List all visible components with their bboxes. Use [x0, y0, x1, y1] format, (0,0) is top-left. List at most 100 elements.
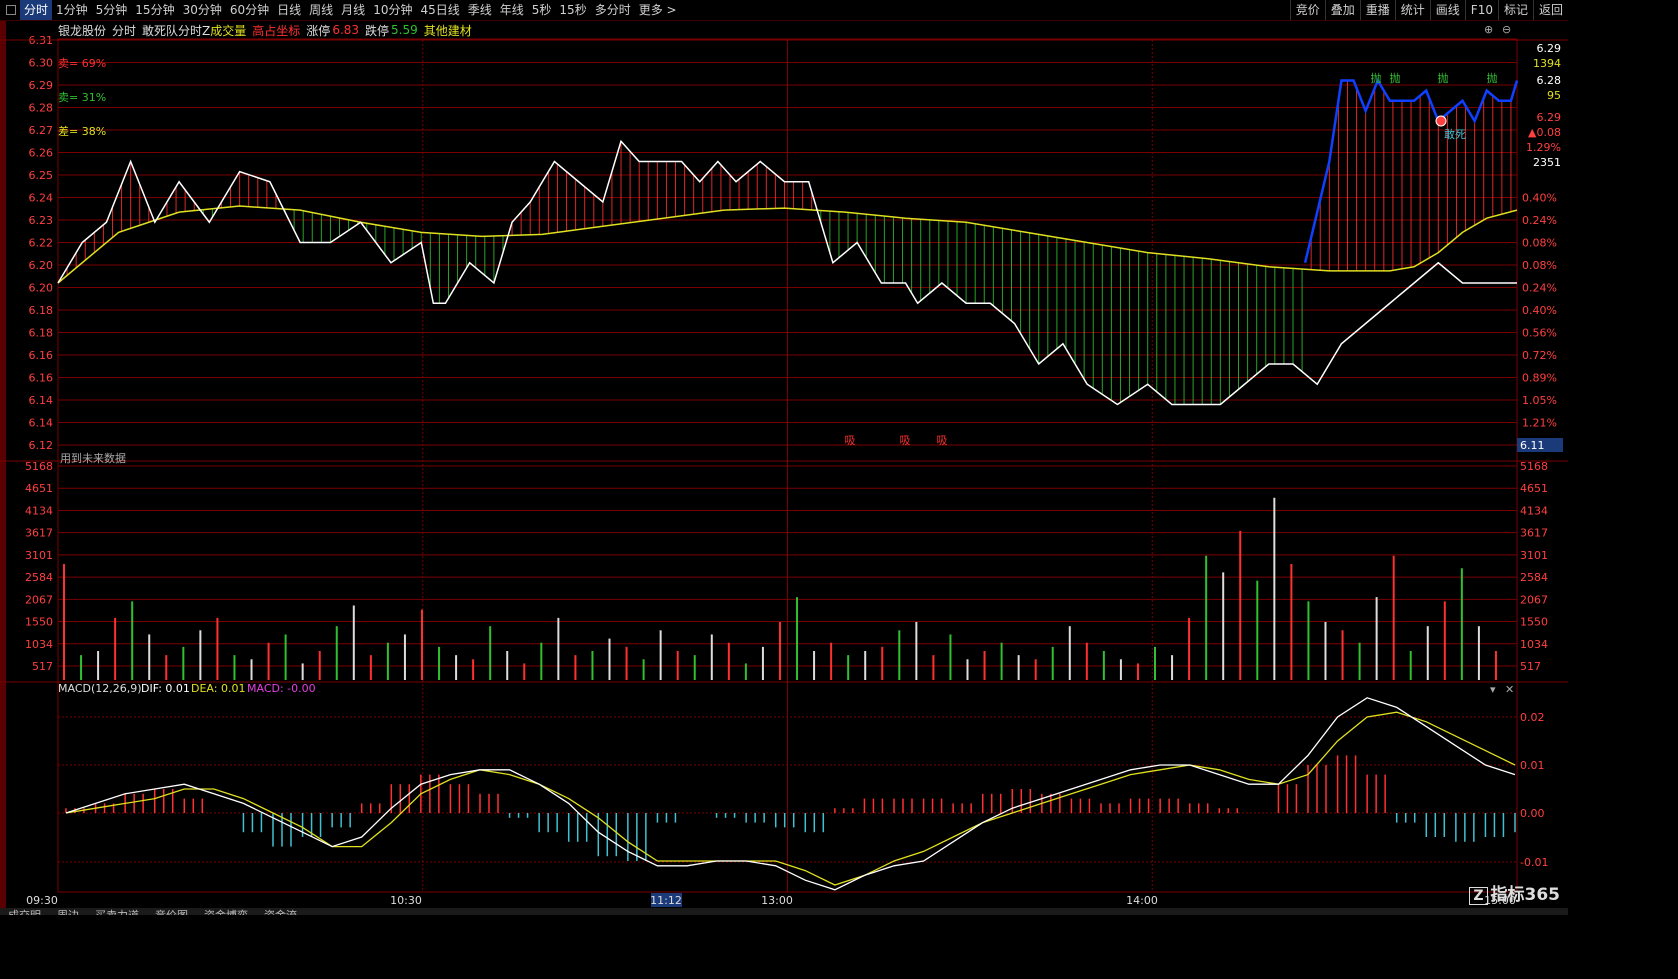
- price-tick-label: 6.18: [29, 304, 54, 317]
- time-tick-label: 09:30: [26, 894, 58, 907]
- macd-label: MACD(12,26,9): [58, 682, 142, 695]
- volume-tick-label: 3617: [25, 527, 53, 540]
- right-panel-chg: ▲0.08: [1528, 126, 1561, 139]
- volume-tick-label: 2067: [25, 593, 53, 606]
- pct-tick-label: 0.08%: [1522, 259, 1557, 272]
- volume-tick-label-right: 4134: [1520, 504, 1548, 517]
- right-panel-price3: 6.29: [1537, 111, 1562, 124]
- price-tick-label: 6.20: [29, 259, 54, 272]
- volume-tick-label: 3101: [25, 549, 53, 562]
- price-tick-label: 6.18: [29, 327, 54, 340]
- price-tick-label: 6.26: [29, 147, 54, 160]
- pct-tick-label: 0.24%: [1522, 282, 1557, 295]
- volume-tick-label: 1550: [25, 616, 53, 629]
- price-tick-label: 6.24: [29, 192, 54, 205]
- diff-ratio-label: 差= 38%: [58, 124, 106, 138]
- pct-tick-label: 1.21%: [1522, 417, 1557, 430]
- price-tick-label: 6.27: [29, 124, 54, 137]
- macd-dea-line: [65, 711, 1516, 886]
- pct-tick-label: 0.56%: [1522, 327, 1557, 340]
- volume-tick-label: 4651: [25, 482, 53, 495]
- absorb-marker: 吸: [937, 434, 948, 447]
- volume-tick-label: 4134: [25, 504, 53, 517]
- absorb-marker: 吸: [845, 434, 856, 447]
- price-tick-label: 6.23: [29, 214, 54, 227]
- throw-marker: 抛: [1487, 71, 1498, 85]
- price-tick-label: 6.12: [29, 439, 54, 452]
- sell-ratio-label: 卖= 69%: [58, 57, 106, 70]
- macd-dea-label: DEA: 0.01: [191, 682, 245, 695]
- pct-tick-label: 0.89%: [1522, 372, 1557, 385]
- price-tick-label: 6.30: [29, 57, 54, 70]
- price-tick-label: 6.16: [29, 349, 54, 362]
- bottom-tab[interactable]: 竞价图: [147, 909, 196, 915]
- macd-value-label: MACD: -0.00: [247, 682, 316, 695]
- price-tick-label: 6.16: [29, 372, 54, 385]
- brand-logo: Z 指标365: [1469, 880, 1560, 905]
- right-panel-price_top: 6.29: [1537, 42, 1562, 55]
- right-panel-vol1: 1394: [1533, 57, 1561, 70]
- dare-marker: 敢死: [1444, 127, 1466, 141]
- pct-tick-label: 0.72%: [1522, 349, 1557, 362]
- throw-marker: 抛: [1371, 71, 1382, 85]
- volume-tick-label-right: 517: [1520, 660, 1541, 673]
- macd-dif-line: [65, 697, 1516, 891]
- volume-tick-label-right: 5168: [1520, 460, 1548, 473]
- time-tick-label: 10:30: [390, 894, 422, 907]
- price-tick-label: 6.22: [29, 237, 54, 250]
- price-tick-label: 6.28: [29, 102, 54, 115]
- volume-tick-label-right: 1550: [1520, 616, 1548, 629]
- right-panel-vol2: 95: [1547, 89, 1561, 102]
- right-panel-chg_pct: 1.29%: [1526, 141, 1561, 154]
- absorb-marker: 吸: [900, 434, 911, 447]
- volume-tick-label-right: 2584: [1520, 571, 1548, 584]
- pct-tick-label: 0.24%: [1522, 214, 1557, 227]
- price-tick-label: 6.14: [29, 394, 54, 407]
- bottom-tab-bar: 成交明周边买卖力道竞价图资金博弈资金流: [0, 908, 1568, 915]
- price-tick-label: 6.25: [29, 169, 54, 182]
- zoom-out-icon[interactable]: ⊖: [1502, 23, 1511, 36]
- pct-tick-label: 1.05%: [1522, 394, 1557, 407]
- volume-tick-label-right: 4651: [1520, 482, 1548, 495]
- price-tick-label: 6.29: [29, 79, 54, 92]
- price-tick-label: 6.20: [29, 282, 54, 295]
- time-tick-label: 13:00: [761, 894, 793, 907]
- bottom-tab[interactable]: 资金博弈: [196, 909, 256, 915]
- macd-dif-label: DIF: 0.01: [141, 682, 190, 695]
- throw-marker: 抛: [1390, 71, 1401, 85]
- time-tick-label: 14:00: [1126, 894, 1158, 907]
- future-data-note: 用到未来数据: [60, 451, 126, 465]
- macd-tick-label: 0.00: [1520, 807, 1545, 820]
- zoom-in-icon[interactable]: ⊕: [1484, 23, 1493, 36]
- macd-close-icon[interactable]: ✕: [1505, 683, 1514, 696]
- volume-tick-label-right: 2067: [1520, 593, 1548, 606]
- bottom-tab[interactable]: 周边: [49, 909, 87, 915]
- pct-tick-label: 0.40%: [1522, 304, 1557, 317]
- sell-ratio-label: 卖= 31%: [58, 91, 106, 104]
- dare-dot-icon: [1435, 115, 1447, 127]
- time-tick-label: 11:12: [650, 894, 682, 907]
- current-price-label: 6.11: [1520, 439, 1545, 452]
- intraday-chart[interactable]: 6.316.306.296.286.276.266.256.24 0.40%6.2…: [0, 0, 1568, 915]
- right-panel-vol3: 2351: [1533, 156, 1561, 169]
- pct-tick-label: 0.40%: [1522, 192, 1557, 205]
- macd-tick-label: -0.01: [1520, 856, 1548, 869]
- volume-tick-label-right: 3101: [1520, 549, 1548, 562]
- volume-tick-label: 2584: [25, 571, 53, 584]
- bottom-tab[interactable]: 成交明: [0, 909, 49, 915]
- price-tick-label: 6.14: [29, 417, 54, 430]
- volume-tick-label-right: 1034: [1520, 638, 1548, 651]
- macd-tick-label: 0.02: [1520, 711, 1545, 724]
- right-panel-price2: 6.28: [1537, 74, 1562, 87]
- logo-text: 指标365: [1490, 885, 1561, 905]
- macd-menu-icon[interactable]: ▾: [1490, 683, 1496, 696]
- pct-tick-label: 0.08%: [1522, 237, 1557, 250]
- volume-tick-label: 517: [32, 660, 53, 673]
- throw-marker: 抛: [1438, 71, 1449, 85]
- bottom-tab[interactable]: 买卖力道: [87, 909, 147, 915]
- volume-tick-label: 5168: [25, 460, 53, 473]
- volume-tick-label-right: 3617: [1520, 527, 1548, 540]
- bottom-tab[interactable]: 资金流: [256, 909, 305, 915]
- logo-mark: Z: [1469, 887, 1488, 905]
- volume-tick-label: 1034: [25, 638, 53, 651]
